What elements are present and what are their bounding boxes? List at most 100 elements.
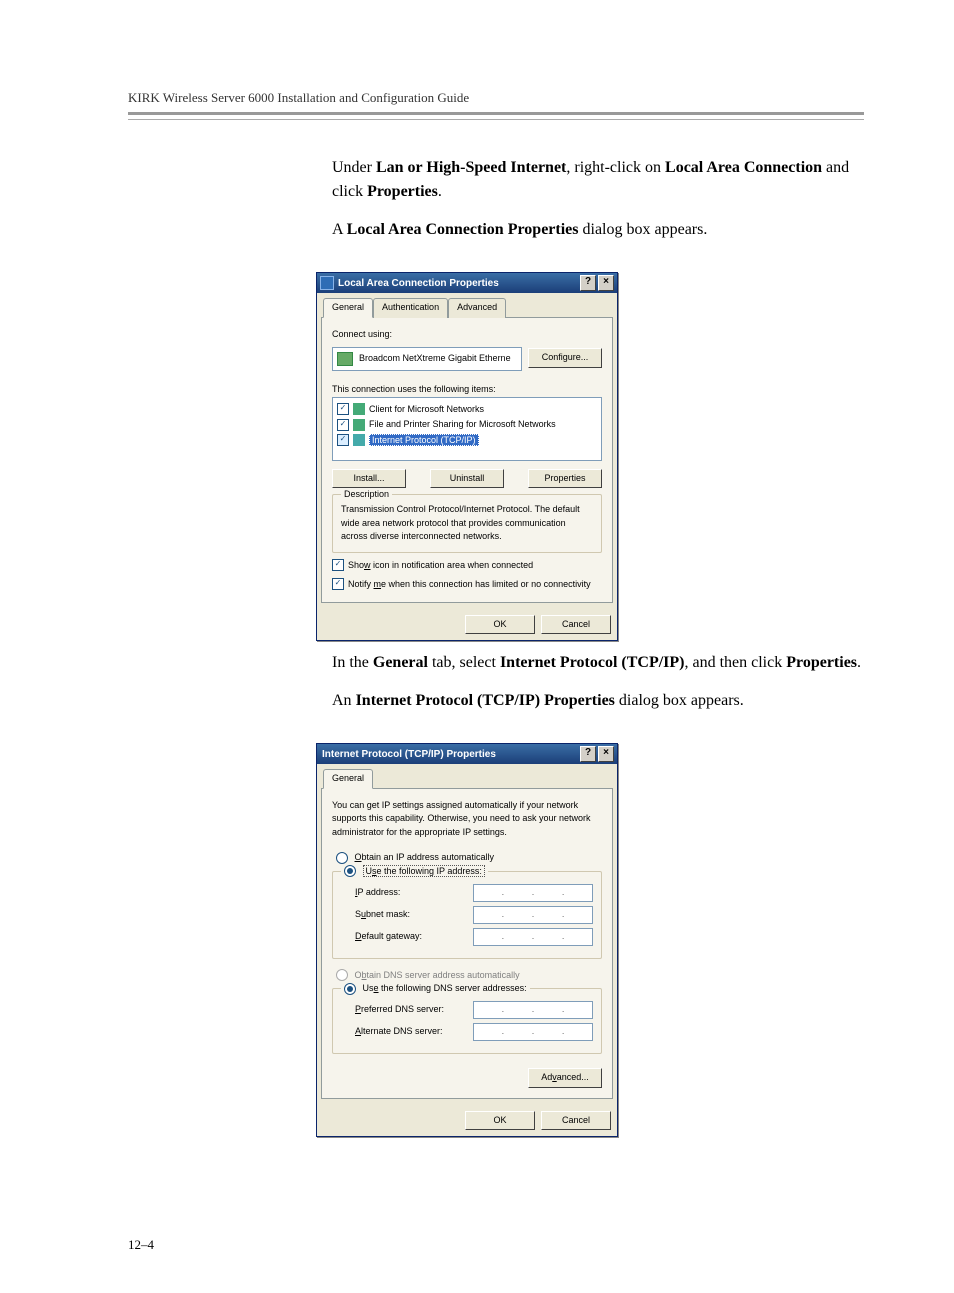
subnet-input[interactable]: ... bbox=[473, 906, 593, 924]
t: icon in notification area when connected bbox=[371, 560, 534, 570]
show-icon-checkbox[interactable]: ✓ Show icon in notification area when co… bbox=[332, 559, 602, 573]
help-button[interactable]: ? bbox=[580, 746, 596, 762]
cancel-button[interactable]: Cancel bbox=[541, 615, 611, 635]
radio-label: Obtain an IP address automatically bbox=[355, 852, 494, 862]
t: bnet mask: bbox=[366, 909, 410, 919]
alt-dns-row: Alternate DNS server: ... bbox=[355, 1023, 593, 1041]
description-text: Transmission Control Protocol/Internet P… bbox=[341, 503, 593, 544]
radio-label: Use the following IP address: bbox=[363, 865, 485, 877]
tab-authentication[interactable]: Authentication bbox=[373, 298, 448, 318]
advanced-button[interactable]: Advanced... bbox=[528, 1068, 602, 1088]
accel: O bbox=[355, 852, 362, 862]
adapter-icon bbox=[337, 352, 353, 366]
adapter-name: Broadcom NetXtreme Gigabit Etherne bbox=[359, 352, 511, 366]
p1-bold-1: Lan or High-Speed Internet bbox=[376, 159, 566, 176]
radio-use-dns[interactable]: Use the following DNS server addresses: bbox=[341, 982, 530, 996]
t: e the following IP address: bbox=[377, 866, 482, 876]
checkbox-icon[interactable]: ✓ bbox=[332, 559, 344, 571]
p4-bold: Internet Protocol (TCP/IP) Properties bbox=[356, 692, 615, 709]
pref-dns-row: Preferred DNS server: ... bbox=[355, 1001, 593, 1019]
protocol-icon bbox=[353, 434, 365, 446]
p1-text: Under bbox=[332, 159, 376, 176]
t: e when this connection has limited or no… bbox=[381, 579, 591, 589]
gateway-label: Default gateway: bbox=[355, 930, 422, 944]
ok-button[interactable]: OK bbox=[465, 1111, 535, 1131]
p1-bold-2: Local Area Connection bbox=[665, 159, 822, 176]
close-button[interactable]: × bbox=[598, 275, 614, 291]
configure-button[interactable]: Configure... bbox=[528, 348, 602, 368]
tabs: General bbox=[321, 768, 613, 789]
pref-dns-input[interactable]: ... bbox=[473, 1001, 593, 1019]
tab-general[interactable]: General bbox=[323, 298, 373, 318]
paragraph-1: Under Lan or High-Speed Internet, right-… bbox=[332, 156, 864, 204]
p4-text2: dialog box appears. bbox=[615, 692, 744, 709]
window-icon bbox=[320, 276, 334, 290]
help-button[interactable]: ? bbox=[580, 275, 596, 291]
ip-address-input[interactable]: ... bbox=[473, 884, 593, 902]
accel: m bbox=[374, 579, 382, 589]
list-item-fileprint[interactable]: ✓ File and Printer Sharing for Microsoft… bbox=[337, 417, 597, 433]
window-title: Local Area Connection Properties bbox=[338, 276, 578, 291]
radio-icon bbox=[336, 969, 348, 981]
t: referred DNS server: bbox=[361, 1004, 444, 1014]
p1-text2: , right-click on bbox=[566, 159, 665, 176]
checkbox-icon[interactable]: ✓ bbox=[332, 578, 344, 590]
ok-button[interactable]: OK bbox=[465, 615, 535, 635]
checkbox-icon[interactable]: ✓ bbox=[337, 403, 349, 415]
t: Us bbox=[363, 983, 374, 993]
gateway-input[interactable]: ... bbox=[473, 928, 593, 946]
paragraph-2: A Local Area Connection Properties dialo… bbox=[332, 218, 864, 242]
radio-obtain-ip[interactable]: Obtain an IP address automatically bbox=[336, 851, 602, 865]
list-item-label: Client for Microsoft Networks bbox=[369, 403, 597, 417]
gateway-row: Default gateway: ... bbox=[355, 928, 593, 946]
radio-icon[interactable] bbox=[336, 852, 348, 864]
tab-advanced[interactable]: Advanced bbox=[448, 298, 506, 318]
ip-address-row: IP address: ... bbox=[355, 884, 593, 902]
running-header: KIRK Wireless Server 6000 Installation a… bbox=[128, 90, 864, 106]
p3-bold-2: Internet Protocol (TCP/IP) bbox=[500, 654, 685, 671]
uninstall-button[interactable]: Uninstall bbox=[430, 469, 504, 489]
t: Ad bbox=[541, 1072, 552, 1082]
show-icon-label: Show icon in notification area when conn… bbox=[348, 559, 533, 573]
t: the following DNS server addresses: bbox=[379, 983, 527, 993]
cancel-button[interactable]: Cancel bbox=[541, 1111, 611, 1131]
adapter-field: Broadcom NetXtreme Gigabit Etherne bbox=[332, 347, 522, 371]
p4-text: An bbox=[332, 692, 356, 709]
items-listbox[interactable]: ✓ Client for Microsoft Networks ✓ File a… bbox=[332, 397, 602, 461]
dialog-tcpip-properties-figure: Internet Protocol (TCP/IP) Properties ? … bbox=[316, 743, 864, 1137]
p1-bold-3: Properties bbox=[367, 183, 438, 200]
subnet-label: Subnet mask: bbox=[355, 908, 410, 922]
install-button[interactable]: Install... bbox=[332, 469, 406, 489]
p3-text4: . bbox=[857, 654, 861, 671]
list-item-tcpip[interactable]: ✓ Internet Protocol (TCP/IP) bbox=[337, 433, 597, 449]
use-ip-group: Use the following IP address: IP address… bbox=[332, 871, 602, 959]
t: anced... bbox=[557, 1072, 589, 1082]
titlebar[interactable]: Internet Protocol (TCP/IP) Properties ? … bbox=[317, 744, 617, 764]
radio-icon[interactable] bbox=[344, 865, 356, 877]
alt-dns-input[interactable]: ... bbox=[473, 1023, 593, 1041]
tab-general[interactable]: General bbox=[323, 769, 373, 789]
list-item-client[interactable]: ✓ Client for Microsoft Networks bbox=[337, 402, 597, 418]
body-content: Under Lan or High-Speed Internet, right-… bbox=[332, 156, 864, 1137]
t: Sho bbox=[348, 560, 364, 570]
properties-button[interactable]: Properties bbox=[528, 469, 602, 489]
p3-text3: , and then click bbox=[684, 654, 786, 671]
notify-checkbox[interactable]: ✓ Notify me when this connection has lim… bbox=[332, 578, 602, 592]
selected-item-text: Internet Protocol (TCP/IP) bbox=[369, 434, 479, 446]
header-rule-thick bbox=[128, 112, 864, 115]
subnet-row: Subnet mask: ... bbox=[355, 906, 593, 924]
close-button[interactable]: × bbox=[598, 746, 614, 762]
radio-use-ip[interactable]: Use the following IP address: bbox=[341, 865, 488, 879]
pref-dns-label: Preferred DNS server: bbox=[355, 1003, 444, 1017]
p3-text2: tab, select bbox=[428, 654, 500, 671]
description-legend: Description bbox=[341, 488, 392, 502]
radio-obtain-dns: Obtain DNS server address automatically bbox=[336, 969, 602, 983]
radio-icon[interactable] bbox=[344, 983, 356, 995]
checkbox-icon[interactable]: ✓ bbox=[337, 419, 349, 431]
window-title: Internet Protocol (TCP/IP) Properties bbox=[322, 747, 578, 762]
tabs: General Authentication Advanced bbox=[321, 297, 613, 318]
header-rule-thin bbox=[128, 119, 864, 120]
checkbox-icon[interactable]: ✓ bbox=[337, 434, 349, 446]
titlebar[interactable]: Local Area Connection Properties ? × bbox=[317, 273, 617, 293]
paragraph-3: In the General tab, select Internet Prot… bbox=[332, 651, 864, 675]
